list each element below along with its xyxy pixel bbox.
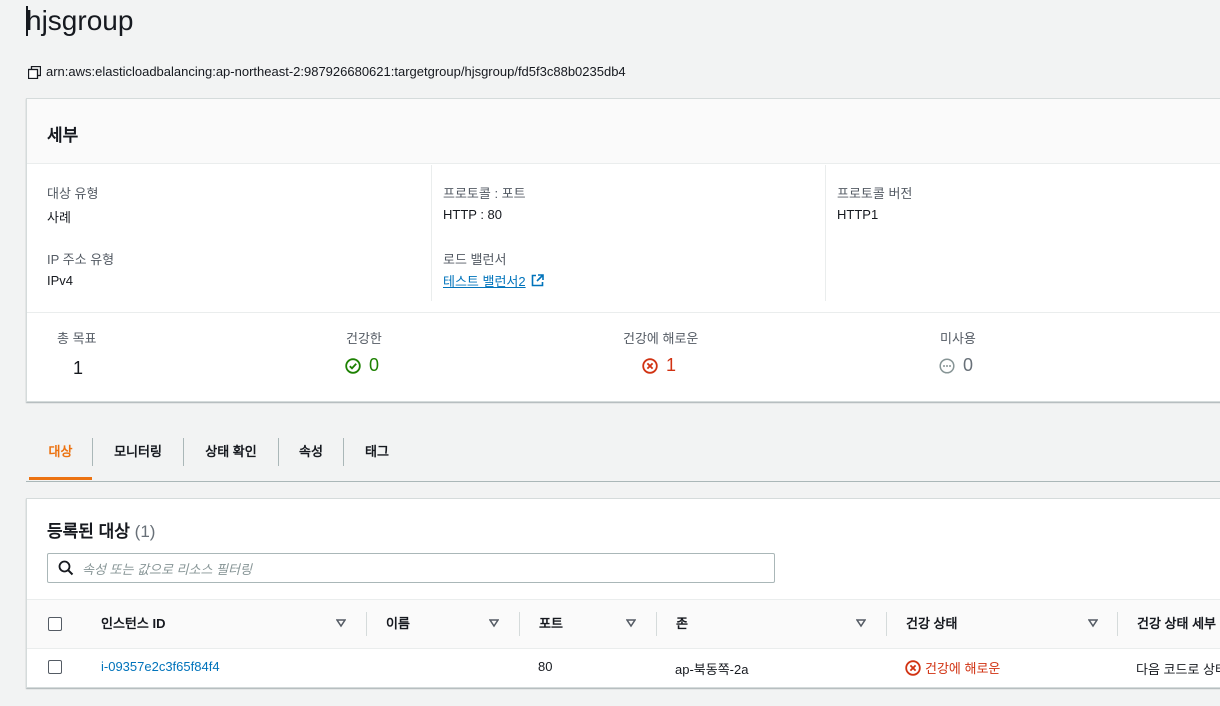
column-divider [886, 612, 887, 636]
unhealthy-label: 건강에 해로운 [623, 331, 699, 346]
filter-search-placeholder: 속성 또는 값으로 리소스 필터링 [82, 561, 252, 577]
target-type-label: 대상 유형 [47, 186, 99, 201]
page-title: hjsgroup [26, 5, 134, 36]
column-header-port[interactable]: 포트 [539, 600, 563, 648]
registered-targets-title: 등록된 대상 (1) [47, 517, 155, 542]
filter-search-box[interactable]: 속성 또는 값으로 리소스 필터링 [47, 553, 775, 583]
load-balancer-value: 테스트 밸런서2 [443, 271, 544, 290]
load-balancer-label: 로드 밸런서 [443, 252, 507, 267]
unused-value: 0 [939, 355, 973, 376]
health-detail-cell: 다음 코드로 상태 [1136, 662, 1220, 677]
protocol-version-value: HTTP1 [837, 207, 879, 222]
x-circle-icon [642, 357, 658, 374]
protocol-port-value: HTTP : 80 [443, 207, 503, 222]
column-divider [1117, 612, 1118, 636]
instance-id-link[interactable]: i-09357e2c3f65f84f4 [101, 659, 220, 674]
ellipsis-circle-icon [939, 357, 955, 374]
column-header-name[interactable]: 이름 [386, 600, 410, 648]
ip-type-value: IPv4 [47, 273, 74, 288]
sort-caret-down-icon[interactable] [336, 618, 346, 628]
column-header-health-details[interactable]: 건강 상태 세부 [1137, 600, 1216, 648]
details-header [27, 99, 1220, 164]
external-link-icon [531, 274, 544, 287]
unused-number: 0 [963, 355, 974, 375]
search-icon [58, 560, 74, 576]
details-title: 세부 [47, 126, 79, 145]
tab-monitoring[interactable]: 모니터링 [93, 436, 183, 480]
unhealthy-value: 1 [642, 355, 676, 376]
select-all-checkbox[interactable] [48, 617, 62, 631]
stats-divider [27, 312, 1220, 313]
unhealthy-number: 1 [666, 355, 677, 375]
protocol-version-label: 프로토콜 버전 [837, 186, 913, 201]
healthy-value: 0 [345, 355, 379, 376]
sort-caret-down-icon[interactable] [489, 618, 499, 628]
details-column-2: 프로토콜 : 포트 HTTP : 80 로드 밸런서 테스트 밸런서2 [431, 165, 826, 301]
tab-attributes[interactable]: 속성 [279, 436, 343, 480]
registered-targets-count: (1) [134, 522, 156, 541]
copy-icon[interactable] [28, 65, 41, 79]
tab-targets[interactable]: 대상 [29, 436, 92, 480]
target-type-value: 사례 [47, 210, 71, 225]
tab-bar: 대상 모니터링 상태 확인 속성 태그 [26, 436, 1220, 482]
registered-targets-panel: 등록된 대상 (1) 속성 또는 값으로 리소스 필터링 인스턴스 ID 이름 … [26, 498, 1220, 688]
details-column-3: 프로토콜 버전 HTTP1 [825, 165, 1220, 301]
total-targets-label: 총 목표 [57, 331, 97, 346]
unused-label: 미사용 [940, 331, 976, 346]
targets-table-header: 인스턴스 ID 이름 포트 존 건강 상태 건강 상태 세부 [27, 599, 1220, 649]
health-status-text: 건강에 해로운 [925, 661, 1001, 676]
column-header-health-status[interactable]: 건강 상태 [906, 600, 957, 648]
load-balancer-link-text: 테스트 밸런서2 [443, 274, 526, 289]
instance-id-cell: i-09357e2c3f65f84f4 [101, 659, 220, 674]
column-header-instance-id[interactable]: 인스턴스 ID [101, 600, 165, 648]
column-header-zone[interactable]: 존 [676, 600, 688, 648]
sort-caret-down-icon[interactable] [626, 618, 636, 628]
registered-targets-heading: 등록된 대상 [47, 522, 130, 541]
ip-type-label: IP 주소 유형 [47, 252, 115, 267]
health-status-cell: 건강에 해로운 [905, 658, 1000, 677]
column-divider [656, 612, 657, 636]
protocol-port-label: 프로토콜 : 포트 [443, 186, 526, 201]
load-balancer-link[interactable]: 테스트 밸런서2 [443, 271, 544, 290]
details-column-1: 대상 유형 사례 IP 주소 유형 IPv4 [47, 165, 431, 301]
total-targets-value: 1 [73, 358, 83, 379]
zone-cell: ap-북동쪽-2a [675, 662, 749, 677]
sort-caret-down-icon[interactable] [1088, 618, 1098, 628]
port-cell: 80 [538, 659, 553, 674]
tab-health-checks[interactable]: 상태 확인 [184, 436, 278, 480]
total-targets-number: 1 [73, 358, 84, 378]
details-panel: 세부 대상 유형 사례 IP 주소 유형 IPv4 프로토콜 : 포트 HTTP… [26, 98, 1220, 402]
arn-text: arn:aws:elasticloadbalancing:ap-northeas… [46, 64, 626, 79]
row-select-checkbox[interactable] [48, 660, 62, 674]
sort-caret-down-icon[interactable] [856, 618, 866, 628]
arn-row: arn:aws:elasticloadbalancing:ap-northeas… [28, 63, 626, 81]
tab-tags[interactable]: 태그 [344, 436, 410, 480]
healthy-number: 0 [369, 355, 380, 375]
x-circle-icon [905, 659, 921, 676]
check-circle-icon [345, 357, 361, 374]
column-divider [366, 612, 367, 636]
healthy-label: 건강한 [346, 331, 382, 346]
column-divider [519, 612, 520, 636]
